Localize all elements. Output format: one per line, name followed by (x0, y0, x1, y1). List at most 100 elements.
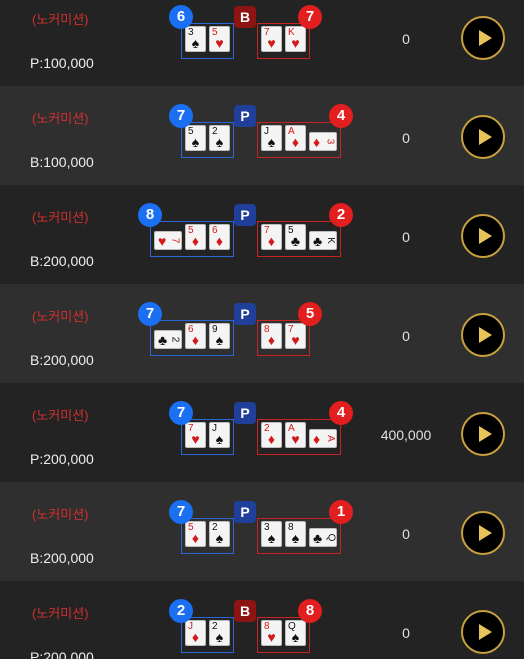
play-icon (479, 426, 492, 442)
playing-card: 7 ♦ (261, 224, 282, 250)
bet-amount: P:200,000 (30, 649, 94, 659)
replay-button[interactable] (461, 412, 505, 456)
history-row: (노커미션) B:200,000 0 2 ♣ 6 ♦ 9 ♠ 8 ♦ 7 ♥ 7 5 P (0, 284, 524, 383)
playing-card: 8 ♠ (285, 521, 306, 547)
card-suit: ♣ (313, 233, 323, 249)
no-commission-label: (노커미션) (32, 210, 89, 225)
playing-card: 2 ♦ (261, 422, 282, 448)
card-suit: ♦ (215, 233, 224, 249)
banker-score-badge: 4 (329, 104, 353, 128)
card-suit: ♦ (191, 233, 200, 249)
card-rank: A (324, 435, 336, 442)
card-rank: Q (325, 533, 337, 542)
card-rank: 2 (169, 336, 181, 343)
bet-amount: P:200,000 (30, 451, 94, 467)
playing-card: 5 ♦ (185, 521, 206, 547)
playing-card: A ♥ (285, 422, 306, 448)
playing-card: 5 ♥ (209, 26, 230, 52)
player-score-badge: 7 (138, 302, 162, 326)
play-icon (479, 525, 492, 541)
replay-button[interactable] (461, 610, 505, 654)
card-suit: ♦ (191, 530, 200, 546)
payout-amount: 400,000 (380, 427, 432, 443)
playing-card: Q ♣ (309, 528, 337, 547)
playing-card: J ♠ (209, 422, 230, 448)
card-suit: ♦ (267, 431, 276, 447)
banker-score-badge: 8 (298, 599, 322, 623)
playing-card: 2 ♠ (209, 521, 230, 547)
card-suit: ♠ (267, 134, 276, 150)
banker-score-badge: 1 (329, 500, 353, 524)
payout-amount: 0 (402, 625, 410, 641)
card-suit: ♠ (215, 134, 224, 150)
play-icon (479, 624, 492, 640)
card-suit: ♠ (215, 431, 224, 447)
card-suit: ♠ (215, 332, 224, 348)
banker-score-badge: 4 (329, 401, 353, 425)
card-suit: ♠ (215, 530, 224, 546)
card-suit: ♠ (191, 134, 200, 150)
card-suit: ♦ (267, 233, 276, 249)
playing-card: 3 ♠ (261, 521, 282, 547)
playing-card: K ♥ (285, 26, 306, 52)
card-suit: ♠ (191, 35, 200, 51)
replay-button[interactable] (461, 115, 505, 159)
card-suit: ♦ (313, 431, 321, 447)
bet-history-list: (노커미션) P:100,000 0 3 ♠ 5 ♥ 7 ♥ K ♥ 6 7 B (노커미션) B:100,0… (0, 0, 524, 659)
winner-badge: P (234, 501, 256, 523)
history-row: (노커미션) B:100,000 0 5 ♠ 2 ♠ J ♠ A ♦ 3 ♦ 7 4 P (0, 86, 524, 185)
card-rank: 3 (324, 138, 336, 145)
playing-card: 6 ♦ (185, 323, 206, 349)
card-suit: ♥ (291, 431, 300, 447)
card-suit: ♥ (291, 332, 300, 348)
winner-badge: P (234, 402, 256, 424)
payout-amount: 0 (402, 328, 410, 344)
card-suit: ♥ (158, 233, 167, 249)
playing-card: 5 ♦ (185, 224, 206, 250)
card-suit: ♥ (215, 35, 224, 51)
winner-badge: B (234, 600, 256, 622)
payout-amount: 0 (402, 130, 410, 146)
playing-card: 2 ♣ (154, 330, 182, 349)
replay-button[interactable] (461, 214, 505, 258)
bet-amount: B:200,000 (30, 352, 94, 368)
card-suit: ♠ (215, 629, 224, 645)
card-suit: ♦ (191, 629, 200, 645)
play-icon (479, 327, 492, 343)
payout-amount: 0 (402, 31, 410, 47)
history-row: (노커미션) P:100,000 0 3 ♠ 5 ♥ 7 ♥ K ♥ 6 7 B (0, 0, 524, 86)
playing-card: A ♦ (285, 125, 306, 151)
playing-card: 7 ♥ (261, 26, 282, 52)
card-suit: ♠ (291, 629, 300, 645)
card-suit: ♣ (158, 332, 168, 348)
no-commission-label: (노커미션) (32, 12, 89, 27)
playing-card: 5 ♠ (185, 125, 206, 151)
payout-amount: 0 (402, 229, 410, 245)
play-icon (479, 129, 492, 145)
playing-card: 3 ♠ (185, 26, 206, 52)
player-score-badge: 7 (169, 500, 193, 524)
card-suit: ♥ (267, 35, 276, 51)
replay-button[interactable] (461, 16, 505, 60)
replay-button[interactable] (461, 313, 505, 357)
card-suit: ♦ (267, 332, 276, 348)
history-row: (노커미션) B:200,000 0 5 ♦ 2 ♠ 3 ♠ 8 ♠ Q ♣ 7 1 P (0, 482, 524, 581)
card-suit: ♦ (313, 134, 321, 150)
playing-card: J ♦ (185, 620, 206, 646)
playing-card: 5 ♣ (285, 224, 306, 250)
card-suit: ♥ (191, 431, 200, 447)
winner-badge: B (234, 6, 256, 28)
card-suit: ♥ (291, 35, 300, 51)
play-icon (479, 228, 492, 244)
card-suit: ♦ (191, 332, 200, 348)
playing-card: A ♦ (309, 429, 337, 448)
card-suit: ♠ (267, 530, 276, 546)
playing-card: J ♠ (261, 125, 282, 151)
history-row: (노커미션) P:200,000 400,000 7 ♥ J ♠ 2 ♦ A ♥ A ♦ 7 4 P (0, 383, 524, 482)
winner-badge: P (234, 303, 256, 325)
replay-button[interactable] (461, 511, 505, 555)
banker-score-badge: 2 (329, 203, 353, 227)
player-score-badge: 2 (169, 599, 193, 623)
card-suit: ♠ (291, 530, 300, 546)
playing-card: K ♣ (309, 231, 337, 250)
